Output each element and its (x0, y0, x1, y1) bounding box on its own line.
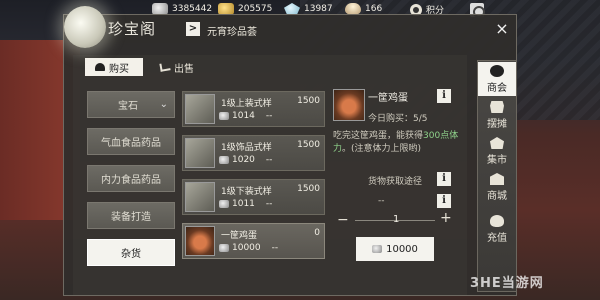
market-icon (490, 137, 504, 149)
nav-chamber-of-commerce[interactable]: 商会 (478, 62, 516, 96)
list-item[interactable]: 1级下装式样 1500 1011 -- (182, 179, 325, 215)
egg-basket-icon (333, 89, 365, 121)
item-stock: 0 (314, 228, 320, 238)
coin-icon (372, 245, 383, 253)
pattern-icon (185, 94, 215, 124)
coin-icon (219, 200, 229, 208)
nav-stall[interactable]: 摆摊 (478, 98, 516, 132)
hat-icon (95, 63, 105, 71)
nav-mall[interactable]: 商城 (478, 170, 516, 204)
coin-icon (219, 156, 229, 164)
item-price-value: 1011 (232, 199, 255, 209)
item-extra: -- (271, 243, 279, 253)
nav-label: 充值 (487, 233, 507, 244)
buy-button[interactable]: 10000 (356, 237, 434, 261)
nav-label: 商城 (487, 191, 507, 202)
chevron-down-icon: ⌄ (159, 99, 168, 110)
tab-buy-label: 购买 (109, 63, 129, 75)
breadcrumb[interactable]: 元宵珍品荟 (207, 23, 257, 38)
detail-desc-note: 。(注意体力上限哟) (342, 144, 422, 154)
tab-sell-label: 出售 (174, 63, 194, 75)
info-icon[interactable]: i (437, 89, 451, 103)
category-hp-food[interactable]: 气血食品药品 (87, 128, 175, 155)
item-stock: 1500 (297, 140, 320, 150)
category-mp-food[interactable]: 内力食品药品 (87, 165, 175, 192)
item-price-value: 10000 (232, 243, 261, 253)
detail-buy-count: 今日购买：5/5 (368, 114, 428, 124)
item-name: 一筐鸡蛋 (221, 231, 258, 241)
close-button[interactable]: × (494, 21, 510, 37)
nav-market[interactable]: 集市 (478, 134, 516, 168)
list-item[interactable]: 一筐鸡蛋 0 10000 -- (182, 223, 325, 259)
buy-price: 10000 (386, 243, 418, 255)
category-label: 杂货 (121, 249, 141, 260)
panel-title: 珍宝阁 (108, 20, 157, 38)
tab-sell[interactable]: 出售 (159, 58, 194, 76)
source-value: -- (378, 196, 385, 206)
sell-icon (159, 62, 171, 72)
moon-emblem (64, 6, 106, 48)
detail-description: 吃完这筐鸡蛋，能获得300点体力。(注意体力上限哟) (333, 130, 461, 156)
watermark: 3HE当游网 (470, 276, 544, 291)
item-stock: 1500 (297, 184, 320, 194)
source-info-icon-2[interactable]: i (437, 194, 451, 208)
category-equipment-forge[interactable]: 装备打造 (87, 202, 175, 229)
quantity-decrease-button[interactable]: − (337, 212, 349, 228)
silver-count: 3385442 (172, 4, 213, 14)
nav-label: 商会 (487, 83, 507, 94)
chamber-icon (490, 65, 504, 77)
nav-label: 摆摊 (487, 119, 507, 130)
category-label: 宝石 (118, 101, 138, 112)
item-price: 1014 -- (219, 111, 272, 121)
item-price-value: 1020 (232, 155, 255, 165)
item-extra: -- (265, 155, 273, 165)
detail-desc-text: 吃完这筐鸡蛋，能获得 (333, 131, 424, 141)
recharge-icon (490, 215, 504, 227)
item-name: 1级下装式样 (221, 187, 272, 197)
list-item[interactable]: 1级上装式样 1500 1014 -- (182, 91, 325, 127)
source-label: 货物获取途径 (368, 177, 423, 187)
list-item[interactable]: 1级饰品式样 1500 1020 -- (182, 135, 325, 171)
item-price: 1020 -- (219, 155, 272, 165)
stall-icon (490, 101, 504, 113)
pattern-icon (185, 182, 215, 212)
category-gems[interactable]: 宝石 ⌄ (87, 91, 175, 118)
detail-item-name: 一筐鸡蛋 (368, 93, 408, 104)
item-price-value: 1014 (232, 111, 255, 121)
category-label: 内力食品药品 (101, 175, 161, 186)
item-name: 1级饰品式样 (221, 143, 272, 153)
quantity-increase-button[interactable]: + (440, 210, 452, 226)
egg-basket-icon (185, 226, 215, 256)
item-stock: 1500 (297, 96, 320, 106)
category-label: 装备打造 (111, 212, 151, 223)
bowl-count: 166 (365, 4, 383, 14)
mall-icon (490, 173, 504, 185)
pattern-icon (185, 138, 215, 168)
item-extra: -- (265, 111, 273, 121)
chevron-right-icon[interactable]: > (186, 22, 200, 36)
item-price: 1011 -- (219, 199, 272, 209)
gold-count: 205575 (238, 4, 273, 14)
quantity-value: 1 (393, 214, 400, 225)
item-price: 10000 -- (219, 243, 278, 253)
coin-icon (219, 244, 229, 252)
gem-count: 13987 (304, 4, 333, 14)
tab-buy[interactable]: 购买 (85, 58, 143, 76)
item-name: 1级上装式样 (221, 99, 272, 109)
item-extra: -- (265, 199, 273, 209)
source-info-icon[interactable]: i (437, 172, 451, 186)
category-misc[interactable]: 杂货 (87, 239, 175, 266)
nav-recharge[interactable]: 充值 (478, 212, 516, 246)
category-label: 气血食品药品 (101, 138, 161, 149)
coin-icon (219, 112, 229, 120)
nav-label: 集市 (487, 155, 507, 166)
